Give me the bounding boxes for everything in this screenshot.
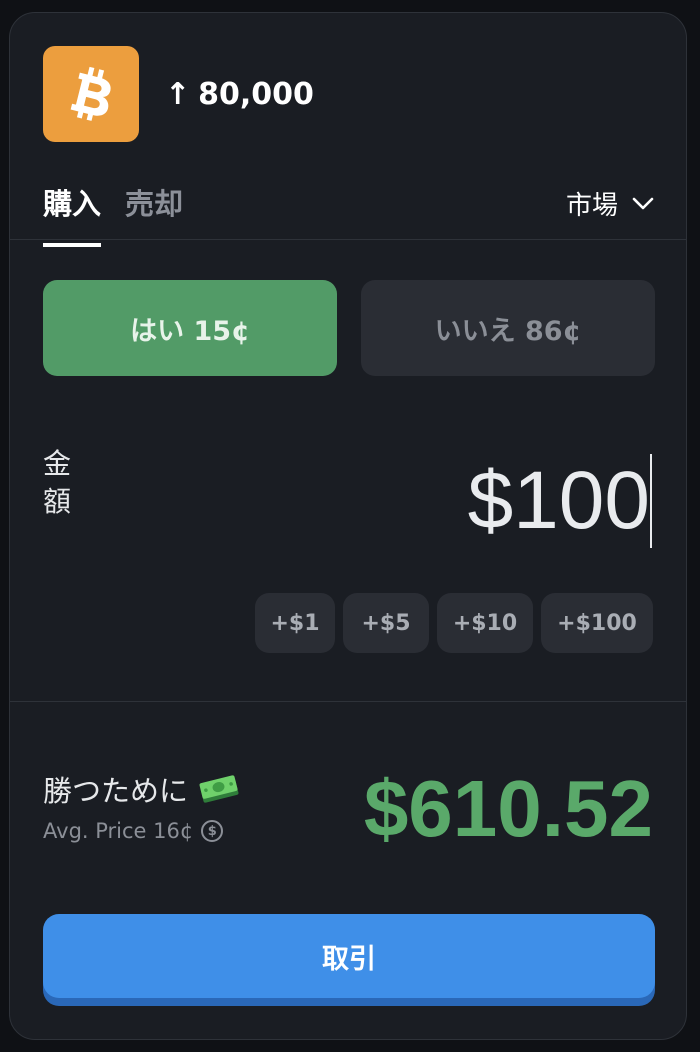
side-tabs: 購入 売却: [43, 181, 207, 247]
market-title: ↑ 80,000: [165, 77, 314, 112]
market-target: 80,000: [198, 76, 314, 112]
amount-label: 金額: [43, 447, 72, 518]
avg-price-text: Avg. Price 16¢: [43, 819, 194, 843]
money-icon: [199, 775, 239, 803]
amount-value: $100: [467, 455, 650, 546]
avg-price: Avg. Price 16¢ $: [43, 819, 224, 843]
to-win-label: 勝つために: [43, 768, 240, 810]
bitcoin-icon: [43, 46, 139, 142]
quick-add-1-button[interactable]: +$1: [255, 593, 335, 653]
to-win-text: 勝つために: [43, 774, 189, 808]
quick-add-10-button[interactable]: +$10: [437, 593, 533, 653]
no-outcome-button[interactable]: いいえ 86¢: [361, 280, 655, 376]
market-header: ↑ 80,000: [43, 46, 314, 142]
arrow-up-icon: ↑: [165, 76, 191, 112]
amount-input[interactable]: $100: [468, 453, 652, 549]
quick-add-5-button[interactable]: +$5: [343, 593, 429, 653]
quick-add-100-button[interactable]: +$100: [541, 593, 653, 653]
chevron-down-icon: [632, 197, 654, 209]
tabs-divider: [10, 239, 686, 240]
text-caret: [650, 454, 652, 548]
payout-value: $610.52: [363, 764, 653, 853]
order-type-label: 市場: [565, 191, 618, 221]
dollar-info-icon[interactable]: $: [201, 820, 224, 842]
tab-sell[interactable]: 売却: [125, 181, 183, 247]
payout-divider: [10, 701, 686, 702]
tab-buy[interactable]: 購入: [43, 181, 102, 247]
order-type-dropdown[interactable]: 市場: [566, 185, 654, 222]
yes-outcome-button[interactable]: はい 15¢: [43, 280, 337, 376]
quick-add-row: +$1 +$5 +$10 +$100: [247, 593, 653, 653]
trade-card: ↑ 80,000 購入 売却 市場 はい 15¢ いいえ 86¢ 金額 $100…: [9, 12, 687, 1040]
trade-button[interactable]: 取引: [43, 914, 655, 998]
